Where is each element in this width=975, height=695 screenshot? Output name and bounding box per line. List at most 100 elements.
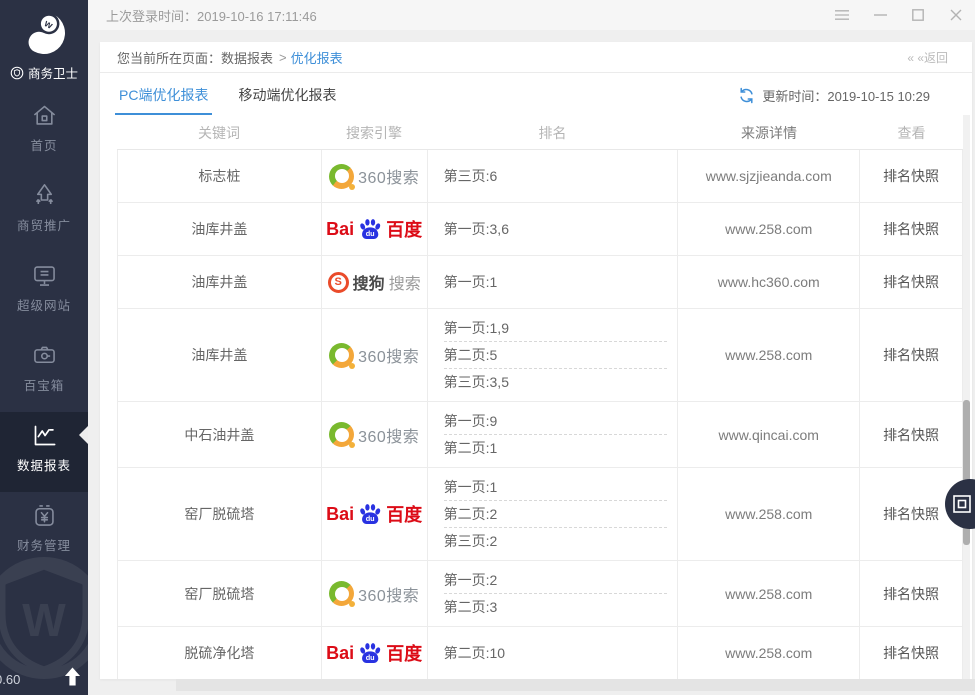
sidebar-item-promotion[interactable]: 商贸推广 (0, 172, 88, 252)
snapshot-link[interactable]: 排名快照 (883, 643, 939, 663)
table-row: 标志桩 360搜索 第三页:6 www.sjzjieanda.com 排名快照 (117, 150, 963, 203)
rank-cell: 第一页:1 (428, 256, 679, 308)
source-cell: www.258.com (678, 468, 860, 560)
rank-cell: 第一页:2第二页:3 (428, 561, 679, 626)
app-name: 商务卫士 (28, 63, 78, 82)
breadcrumb-current-link[interactable]: 优化报表 (291, 48, 343, 67)
sogou-s-text: S (335, 276, 342, 288)
baidu-logo-text: Bai (326, 643, 354, 664)
baidu-cn-text: 百度 (386, 501, 422, 527)
baidu-du-text: du (366, 514, 375, 523)
rank-cell: 第二页:10 (428, 627, 679, 679)
keyword-cell: 油库井盖 (118, 256, 322, 308)
column-header-view: 查看 (860, 118, 963, 149)
breadcrumb-prefix: 您当前所在页面：数据报表 (117, 48, 273, 67)
baidu-paw-icon: du (357, 502, 383, 527)
sidebar-item-label: 首页 (30, 135, 57, 154)
rank-value: 第二页:1 (444, 434, 668, 461)
source-cell: www.qincai.com (678, 402, 860, 467)
rank-value: 第一页:1,9 (444, 315, 668, 341)
rank-value: 第一页:9 (444, 408, 668, 434)
breadcrumb: 您当前所在页面：数据报表 > 优化报表 « «返回 (100, 42, 972, 73)
snapshot-link[interactable]: 排名快照 (883, 584, 939, 604)
360-ring-icon (329, 422, 354, 447)
maximize-icon (912, 9, 924, 21)
toolbox-icon (29, 340, 59, 370)
table-row: 油库井盖 S 搜狗搜索 第一页:1www.hc360.com排名快照 (117, 256, 963, 309)
engine-cell: Bai du 百度 (322, 627, 428, 679)
baidu-logo-text: Bai (326, 219, 354, 240)
360-ring-icon (329, 581, 354, 606)
table-row: 油库井盖 360搜索 第一页:1,9第二页:5第三页:3,5www.258.co… (117, 309, 963, 402)
rank-value: 第一页:3,6 (444, 216, 668, 242)
monitor-icon (29, 260, 59, 290)
keyword-cell: 窑厂脱硫塔 (118, 468, 322, 560)
view-cell: 排名快照 (860, 256, 963, 308)
engine-cell: Bai du 百度 (322, 468, 428, 560)
vertical-scrollbar[interactable] (963, 115, 970, 679)
keyword-cell: 中石油井盖 (118, 402, 322, 467)
minimize-button[interactable] (873, 8, 887, 22)
rank-value: 第二页:3 (444, 593, 668, 620)
snapshot-link[interactable]: 排名快照 (883, 166, 939, 186)
tab-mobile-report[interactable]: 移动端优化报表 (236, 85, 338, 115)
baidu-logo: Bai du 百度 (326, 501, 422, 527)
back-link[interactable]: « «返回 (907, 49, 948, 66)
360-logo-text: 360搜索 (358, 164, 419, 188)
snapshot-link[interactable]: 排名快照 (883, 425, 939, 445)
source-cell: www.258.com (678, 203, 860, 255)
sogou-name-text: 搜狗 (353, 270, 385, 294)
sidebar-item-label: 数据报表 (17, 455, 71, 474)
shield-badge-icon (10, 66, 24, 80)
close-icon (950, 9, 962, 21)
scroll-top-button[interactable] (64, 667, 82, 687)
svg-text:W: W (22, 594, 66, 646)
sidebar-item-toolbox[interactable]: 百宝箱 (0, 332, 88, 412)
maximize-button[interactable] (911, 8, 925, 22)
menu-icon (835, 9, 849, 21)
rank-value: 第一页:1 (444, 474, 668, 500)
view-cell: 排名快照 (860, 402, 963, 467)
keyword-cell: 标志桩 (118, 150, 322, 202)
sidebar-item-reports[interactable]: 数据报表 (0, 412, 88, 492)
finance-yuan-icon (29, 500, 59, 530)
chart-report-icon (29, 420, 59, 450)
menu-button[interactable] (835, 8, 849, 22)
baidu-logo: Bai du 百度 (326, 640, 422, 666)
horizontal-scrollbar[interactable] (176, 679, 975, 691)
snapshot-link[interactable]: 排名快照 (883, 219, 939, 239)
view-cell: 排名快照 (860, 627, 963, 679)
sogou-logo: S 搜狗搜索 (328, 270, 421, 294)
baidu-du-text: du (366, 653, 375, 662)
active-item-arrow (79, 426, 88, 444)
snapshot-link[interactable]: 排名快照 (883, 272, 939, 292)
sidebar-item-home[interactable]: 首页 (0, 92, 88, 172)
snapshot-link[interactable]: 排名快照 (883, 345, 939, 365)
baidu-du-text: du (366, 229, 375, 238)
360-logo-text: 360搜索 (358, 423, 419, 447)
tab-pc-report[interactable]: PC端优化报表 (117, 85, 210, 115)
close-button[interactable] (949, 8, 963, 22)
keyword-cell: 油库井盖 (118, 309, 322, 401)
rank-value: 第一页:1 (444, 269, 668, 295)
sidebar-item-finance[interactable]: 财务管理 (0, 492, 88, 572)
rank-value: 第二页:2 (444, 500, 668, 527)
source-cell: www.sjzjieanda.com (678, 150, 860, 202)
sidebar-item-label: 百宝箱 (24, 375, 65, 394)
360-logo-text: 360搜索 (358, 582, 419, 606)
app-window: w 商务卫士 首页 (0, 0, 975, 695)
rank-value: 第三页:6 (444, 163, 668, 189)
main-area: 上次登录时间：2019-10-16 17:11:46 您当前所在页面：数据报表 … (88, 0, 975, 695)
keyword-cell: 窑厂脱硫塔 (118, 561, 322, 626)
snapshot-link[interactable]: 排名快照 (883, 504, 939, 524)
sidebar-item-label: 商贸推广 (17, 215, 71, 234)
baidu-cn-text: 百度 (386, 640, 422, 666)
baidu-logo-text: Bai (326, 504, 354, 525)
refresh-icon[interactable] (738, 87, 755, 104)
nested-squares-icon (952, 494, 972, 514)
360-search-logo: 360搜索 (329, 343, 419, 368)
sidebar-item-website[interactable]: 超级网站 (0, 252, 88, 332)
360-logo-text: 360搜索 (358, 343, 419, 367)
rank-value: 第一页:2 (444, 567, 668, 593)
column-header-rank: 排名 (427, 118, 678, 149)
